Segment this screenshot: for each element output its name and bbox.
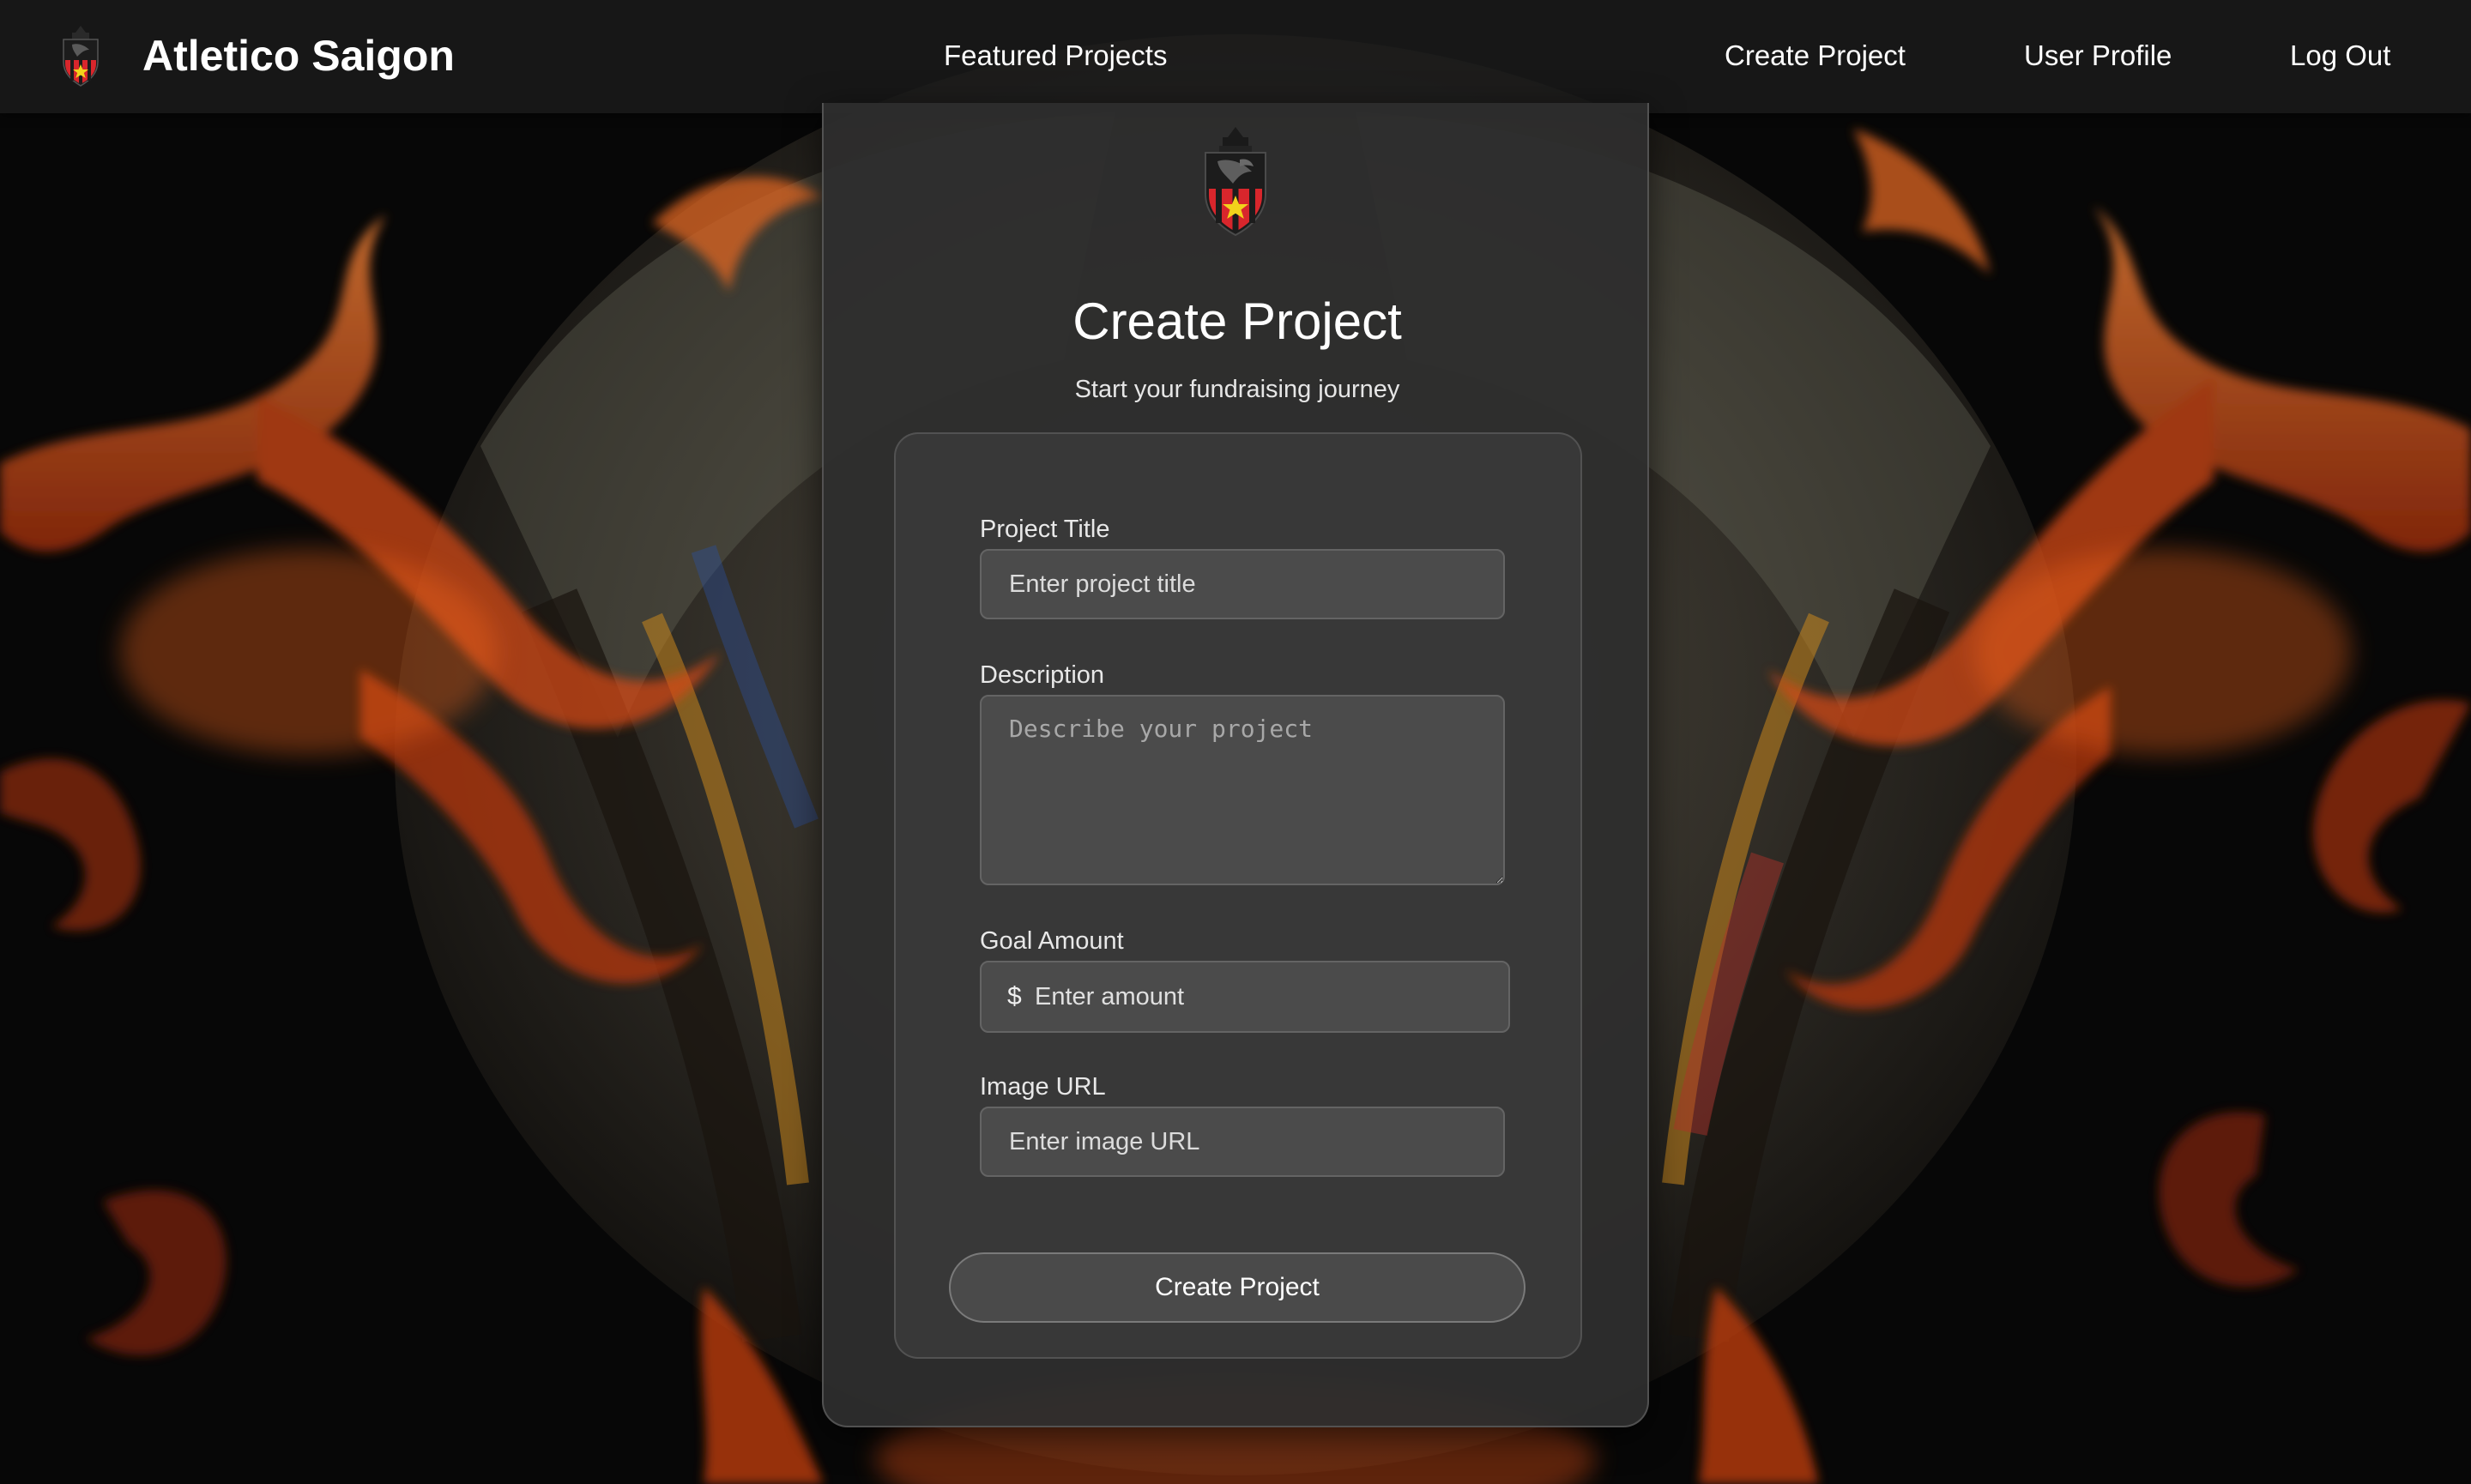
goal-amount-label: Goal Amount bbox=[980, 927, 1124, 955]
brand-name[interactable]: Atletico Saigon bbox=[142, 29, 455, 82]
image-url-input[interactable] bbox=[980, 1107, 1505, 1177]
create-project-card: Create Project Start your fundraising jo… bbox=[822, 103, 1649, 1427]
dollar-prefix: $ bbox=[1007, 982, 1022, 1010]
description-label: Description bbox=[980, 661, 1105, 689]
create-project-button[interactable]: Create Project bbox=[949, 1252, 1525, 1323]
nav-create-project[interactable]: Create Project bbox=[1725, 36, 1906, 75]
club-crest-icon bbox=[1200, 127, 1271, 237]
top-navbar: Atletico Saigon Featured Projects Create… bbox=[0, 0, 2471, 113]
page-title: Create Project bbox=[1072, 293, 1402, 350]
club-crest-icon[interactable] bbox=[60, 24, 101, 87]
nav-log-out[interactable]: Log Out bbox=[2290, 36, 2390, 75]
create-project-form: Project Title Description Goal Amount $ … bbox=[894, 432, 1582, 1359]
project-title-label: Project Title bbox=[980, 516, 1110, 543]
nav-user-profile[interactable]: User Profile bbox=[2024, 36, 2172, 75]
project-title-input[interactable] bbox=[980, 549, 1505, 619]
page-subtitle: Start your fundraising journey bbox=[1074, 376, 1400, 403]
nav-featured-projects[interactable]: Featured Projects bbox=[944, 36, 1167, 75]
goal-amount-field[interactable]: $ bbox=[980, 961, 1510, 1033]
image-url-label: Image URL bbox=[980, 1073, 1106, 1101]
goal-amount-input[interactable] bbox=[1035, 962, 1489, 1031]
description-textarea[interactable] bbox=[980, 695, 1505, 885]
